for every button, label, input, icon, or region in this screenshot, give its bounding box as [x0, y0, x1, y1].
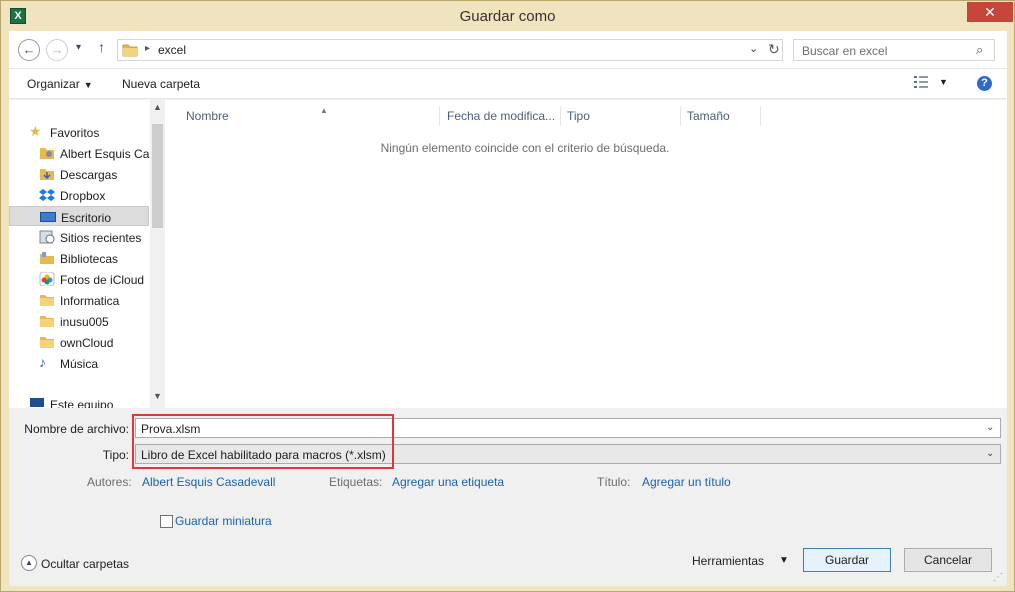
sidebar-item-label: Descargas	[60, 168, 118, 182]
tools-button[interactable]: Herramientas	[692, 554, 764, 568]
sidebar-item-inusu005[interactable]: inusu005	[9, 311, 149, 331]
sidebar-item-label: ownCloud	[60, 336, 114, 350]
refresh-icon[interactable]: ↻	[768, 41, 780, 58]
music-icon: ♪	[39, 354, 46, 370]
hide-folders-button[interactable]: Ocultar carpetas	[41, 557, 129, 571]
organize-label: Organizar	[27, 77, 80, 91]
navigation-pane: ★ Favoritos Albert Esquis Casadevall Des…	[9, 100, 165, 408]
close-button[interactable]: ✕	[967, 2, 1013, 22]
authors-label: Autores:	[87, 475, 132, 489]
back-button[interactable]: ←	[18, 39, 40, 61]
search-box[interactable]: Buscar en excel ⌕	[793, 39, 995, 61]
sidebar-item-informatica[interactable]: Informatica	[9, 290, 149, 310]
sidebar-item-favoritos[interactable]: ★ Favoritos	[9, 122, 149, 142]
desktop-icon	[40, 212, 56, 222]
icloud-photos-icon	[39, 272, 55, 286]
sidebar-item-escritorio[interactable]: Escritorio	[9, 206, 149, 226]
sidebar-item-musica[interactable]: ♪ Música	[9, 353, 149, 373]
file-list[interactable]: Nombre ▲ Fecha de modifica... Tipo Tamañ…	[165, 100, 1007, 408]
sidebar-item-label: inusu005	[60, 315, 109, 329]
search-icon[interactable]: ⌕	[976, 42, 983, 58]
folder-icon	[40, 316, 54, 327]
chevron-down-icon: ▼	[83, 80, 93, 90]
highlight-annotation	[132, 414, 394, 469]
title-field[interactable]: Agregar un título	[642, 475, 731, 489]
sidebar-item-label: Escritorio	[61, 211, 112, 225]
sidebar-scrollbar[interactable]: ▲ ▼	[150, 100, 165, 408]
authors-field[interactable]: Albert Esquis Casadevall	[142, 475, 275, 489]
save-as-dialog: X Guardar como ✕ ← → ▾ ↑ ▸ excel ⌄ ↻ Bus…	[0, 0, 1015, 592]
sidebar-item-label: Fotos de iCloud	[60, 273, 145, 287]
recent-locations-button[interactable]: ▾	[76, 42, 81, 53]
path-separator: ▸	[145, 43, 151, 54]
folder-icon	[122, 44, 138, 57]
sidebar-item-owncloud[interactable]: ownCloud	[9, 332, 149, 352]
folder-icon	[40, 337, 54, 348]
sidebar-item-label: Este equipo	[50, 398, 114, 408]
resize-grip-icon[interactable]: ⋰	[993, 572, 1003, 583]
new-folder-button[interactable]: Nueva carpeta	[122, 77, 200, 91]
sidebar-item-label: Informatica	[60, 294, 120, 308]
address-dropdown-icon[interactable]: ⌄	[749, 42, 758, 55]
search-input[interactable]: Buscar en excel	[802, 44, 887, 58]
computer-icon	[30, 398, 44, 407]
view-chevron-icon[interactable]: ▼	[939, 77, 948, 87]
column-label: Nombre	[186, 109, 229, 123]
help-icon[interactable]: ?	[977, 76, 992, 91]
window-title: Guardar como	[459, 8, 556, 25]
command-bar: Organizar ▼ Nueva carpeta ▼ ?	[9, 69, 1007, 99]
libraries-icon	[40, 252, 54, 264]
tools-chevron-icon[interactable]: ▼	[779, 555, 789, 566]
title-label: Título:	[597, 475, 631, 489]
cancel-button[interactable]: Cancelar	[904, 548, 992, 572]
hide-folders-icon[interactable]: ▲	[21, 555, 37, 571]
file-type-dropdown-icon[interactable]: ⌄	[986, 448, 994, 459]
scroll-down-icon[interactable]: ▼	[150, 391, 165, 407]
scroll-thumb[interactable]	[152, 124, 163, 228]
filename-label: Nombre de archivo:	[24, 422, 129, 436]
column-header-nombre[interactable]: Nombre ▲	[180, 106, 440, 126]
organize-button[interactable]: Organizar ▼	[27, 77, 93, 91]
save-thumbnail-label[interactable]: Guardar miniatura	[175, 514, 272, 528]
sort-ascending-icon: ▲	[320, 106, 328, 115]
navigation-bar: ← → ▾ ↑ ▸ excel ⌄ ↻ Buscar en excel ⌕	[9, 31, 1007, 69]
sidebar-item-label: Sitios recientes	[60, 231, 142, 245]
sidebar-item-label: Dropbox	[60, 189, 106, 203]
address-bar[interactable]: ▸ excel ⌄ ↻	[117, 39, 783, 61]
breadcrumb-current[interactable]: excel	[158, 43, 186, 57]
sidebar-item-dropbox[interactable]: Dropbox	[9, 185, 149, 205]
sidebar-item-label: Favoritos	[50, 126, 100, 140]
dropbox-icon	[39, 189, 55, 201]
star-icon: ★	[29, 123, 42, 139]
type-label: Tipo:	[102, 448, 129, 462]
title-bar[interactable]: X Guardar como ✕	[1, 1, 1014, 31]
tags-field[interactable]: Agregar una etiqueta	[392, 475, 504, 489]
tags-label: Etiquetas:	[329, 475, 383, 489]
recent-places-icon	[39, 230, 55, 244]
scroll-up-icon[interactable]: ▲	[150, 102, 165, 118]
sidebar-item-label: Música	[60, 357, 99, 371]
downloads-icon	[40, 169, 54, 180]
save-thumbnail-checkbox[interactable]	[160, 515, 173, 528]
save-form: Nombre de archivo: Prova.xlsm ⌄ Tipo: Li…	[9, 408, 1007, 586]
sidebar-item-este-equipo[interactable]: Este equipo	[9, 394, 149, 408]
column-header-tamano[interactable]: Tamaño	[681, 106, 761, 126]
empty-list-message: Ningún elemento coincide con el criterio…	[380, 141, 670, 155]
sidebar-item-sitios-recientes[interactable]: Sitios recientes	[9, 227, 149, 247]
filename-dropdown-icon[interactable]: ⌄	[986, 422, 994, 433]
folder-icon	[40, 295, 54, 306]
dialog-body: ← → ▾ ↑ ▸ excel ⌄ ↻ Buscar en excel ⌕ Or…	[9, 31, 1007, 586]
sidebar-item-label: Bibliotecas	[60, 252, 119, 266]
save-button[interactable]: Guardar	[803, 548, 891, 572]
up-button[interactable]: ↑	[98, 39, 105, 55]
sidebar-item-descargas[interactable]: Descargas	[9, 164, 149, 184]
sidebar-item-bibliotecas[interactable]: Bibliotecas	[9, 248, 149, 268]
sidebar-item-albert[interactable]: Albert Esquis Casadevall	[9, 143, 165, 163]
column-header-fecha[interactable]: Fecha de modifica...	[441, 106, 561, 126]
column-header-tipo[interactable]: Tipo	[561, 106, 681, 126]
forward-button[interactable]: →	[46, 39, 68, 61]
sidebar-item-fotos-icloud[interactable]: Fotos de iCloud	[9, 269, 149, 289]
view-options-icon[interactable]	[914, 76, 928, 88]
user-folder-icon	[40, 148, 54, 159]
